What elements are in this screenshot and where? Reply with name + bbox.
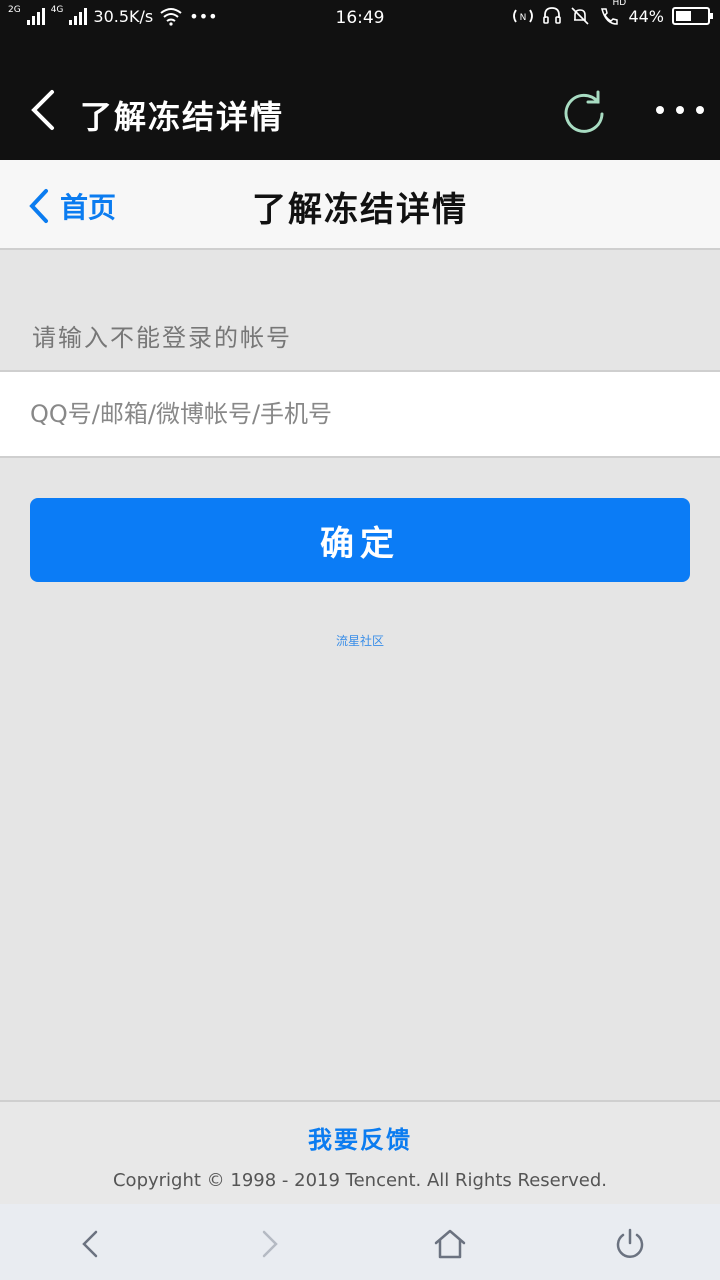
back-chevron-icon[interactable]: [28, 88, 58, 132]
home-button[interactable]: [430, 1224, 470, 1264]
svg-text:N: N: [520, 13, 527, 23]
more-icon[interactable]: [652, 98, 708, 122]
hd-label: HD: [612, 0, 627, 8]
status-right: N HD 44%: [512, 0, 713, 26]
battery-icon: [672, 7, 713, 25]
back-button[interactable]: [70, 1224, 110, 1264]
account-label: 请输入不能登录的帐号: [32, 324, 292, 352]
footer: 我要反馈 Copyright © 1998 - 2019 Tencent. Al…: [0, 1100, 720, 1204]
power-button[interactable]: [610, 1224, 650, 1264]
hd-call: HD: [598, 0, 626, 26]
battery-fill: [676, 11, 691, 21]
browser-title-bar: 了解冻结详情: [0, 36, 720, 160]
bottom-navigation: [0, 1204, 720, 1280]
nfc-icon: N: [513, 9, 534, 23]
account-input[interactable]: [30, 390, 690, 438]
page-title: 了解冻结详情: [252, 190, 468, 230]
forward-icon: [262, 1230, 278, 1258]
home-icon: [434, 1229, 466, 1259]
battery-percent: 44%: [628, 6, 664, 26]
mute-bell-icon: [571, 7, 590, 25]
headset-icon: [543, 7, 562, 24]
page-header: 首页 了解冻结详情: [0, 160, 720, 250]
hd-call-icon: [601, 8, 619, 25]
refresh-icon[interactable]: [560, 88, 608, 136]
community-link[interactable]: 流星社区: [0, 632, 720, 649]
back-icon: [82, 1230, 98, 1258]
confirm-button[interactable]: 确定: [30, 498, 690, 582]
forward-button[interactable]: [250, 1224, 290, 1264]
copyright-text: Copyright © 1998 - 2019 Tencent. All Rig…: [112, 1170, 607, 1191]
account-input-wrapper: [0, 370, 720, 458]
status-bar: 2G 4G 30.5K/s ••• 16:49 N HD 44%: [0, 0, 720, 36]
power-icon: [616, 1228, 644, 1258]
feedback-link[interactable]: 我要反馈: [0, 1120, 720, 1155]
browser-title: 了解冻结详情: [80, 98, 285, 136]
